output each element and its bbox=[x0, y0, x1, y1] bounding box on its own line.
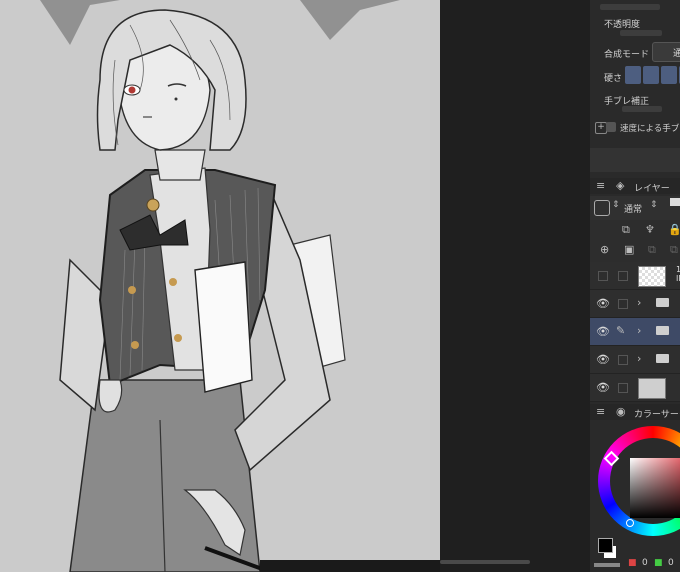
chevron-right-icon[interactable]: › bbox=[637, 352, 641, 365]
layer-row-folder[interactable]: 👁 › bbox=[590, 346, 680, 374]
folder-icon bbox=[656, 326, 669, 335]
folder-icon bbox=[656, 298, 669, 307]
red-value-icon: ■ bbox=[628, 558, 637, 568]
main-color-swatch[interactable] bbox=[598, 538, 613, 553]
eye-icon[interactable]: 👁 bbox=[596, 325, 610, 338]
chevron-right-icon[interactable]: › bbox=[637, 324, 641, 337]
saturation-square[interactable] bbox=[630, 458, 680, 518]
blend-mode-label: 合成モード bbox=[604, 50, 650, 60]
color-mode-bar[interactable] bbox=[594, 563, 620, 567]
lock-box[interactable] bbox=[618, 271, 628, 281]
lock-box[interactable] bbox=[618, 383, 628, 393]
hardness-option-2[interactable] bbox=[643, 66, 659, 84]
folder-icon bbox=[656, 354, 669, 363]
menu-icon[interactable]: ≡ bbox=[596, 180, 605, 191]
transform-icon[interactable]: ♆ bbox=[645, 224, 655, 235]
layer-blend-bar: ⇕ 通常 ⇕ bbox=[590, 196, 680, 220]
pen-icon: ✎ bbox=[616, 324, 626, 337]
layer-row-folder-selected[interactable]: 👁 ✎ › bbox=[590, 318, 680, 346]
green-value: 0 bbox=[668, 558, 674, 568]
lock-icon[interactable]: 🔒 bbox=[668, 224, 680, 235]
eye-icon[interactable]: 👁 bbox=[596, 381, 610, 394]
stepper-icon[interactable]: ⇕ bbox=[612, 201, 620, 210]
add-folder-icon[interactable]: ▣ bbox=[624, 244, 634, 255]
canvas-margin bbox=[440, 0, 590, 572]
opacity-slider[interactable] bbox=[620, 30, 662, 36]
blend-mode-value: 通 bbox=[673, 49, 680, 59]
layer-panel-header: ≡ ◈ レイヤー bbox=[590, 178, 680, 194]
blend-mode-select[interactable]: 通 bbox=[652, 42, 680, 62]
stabilization-slider[interactable] bbox=[622, 106, 662, 112]
layer-tab-label[interactable]: レイヤー bbox=[634, 181, 670, 194]
color-area: ■ 0 ■ 0 bbox=[590, 420, 680, 572]
layer-color-icon[interactable] bbox=[594, 200, 610, 216]
red-value: 0 bbox=[642, 558, 648, 568]
eye-icon[interactable]: 👁 bbox=[596, 297, 610, 310]
layer-blend-mode-value[interactable]: 通常 bbox=[624, 202, 642, 215]
horizontal-scrollbar[interactable] bbox=[440, 560, 530, 564]
opacity-swatch bbox=[670, 198, 680, 206]
layer-row-folder[interactable]: 👁 › bbox=[590, 290, 680, 318]
top-slider[interactable] bbox=[600, 4, 660, 10]
sketch-artwork bbox=[40, 0, 440, 572]
layer-thumbnail bbox=[638, 378, 666, 399]
duplicate-icon[interactable]: ⧉ bbox=[622, 224, 630, 235]
copy-icon[interactable]: ⧉ bbox=[648, 244, 656, 255]
speed-stabilization-label: 速度による手ブ bbox=[620, 124, 680, 134]
brush-preview-area bbox=[590, 148, 680, 172]
layers-icon: ◈ bbox=[616, 179, 625, 192]
layer-name: 10IM bbox=[676, 265, 680, 283]
drawing-canvas[interactable] bbox=[0, 0, 440, 572]
eye-icon[interactable]: 👁 bbox=[596, 353, 610, 366]
speed-stabilization-checkbox[interactable] bbox=[606, 122, 616, 132]
hardness-option-3[interactable] bbox=[661, 66, 677, 84]
lock-box[interactable] bbox=[618, 355, 628, 365]
stepper-icon-2[interactable]: ⇕ bbox=[650, 201, 658, 210]
green-value-icon: ■ bbox=[654, 558, 663, 568]
color-circle-icon: ◉ bbox=[616, 405, 626, 418]
layer-tools: ⧉ ♆ 🔒 ⊕ ▣ ⧉ ⧉ bbox=[590, 220, 680, 268]
add-layer-icon[interactable]: ⊕ bbox=[600, 244, 609, 255]
color-tab-label[interactable]: カラーサーク bbox=[634, 407, 680, 420]
lock-box[interactable] bbox=[618, 299, 628, 309]
color-handle[interactable] bbox=[626, 519, 634, 527]
merge-icon[interactable]: ⧉ bbox=[670, 244, 678, 255]
menu-icon[interactable]: ≡ bbox=[596, 406, 605, 417]
hardness-option-1[interactable] bbox=[625, 66, 641, 84]
layer-row-image[interactable]: 10IM bbox=[590, 262, 680, 290]
hardness-label: 硬さ bbox=[604, 74, 623, 84]
layer-thumbnail bbox=[638, 266, 666, 287]
right-panel: 不透明度 合成モード 通 硬さ 手ブレ補正 + 速度による手ブ ≡ ◈ レイヤー… bbox=[590, 0, 680, 572]
visibility-box[interactable] bbox=[598, 271, 608, 281]
color-panel-header: ≡ ◉ カラーサーク bbox=[590, 404, 680, 420]
chevron-right-icon[interactable]: › bbox=[637, 296, 641, 309]
layer-row-paper[interactable]: 👁 bbox=[590, 374, 680, 402]
opacity-label: 不透明度 bbox=[604, 20, 641, 30]
